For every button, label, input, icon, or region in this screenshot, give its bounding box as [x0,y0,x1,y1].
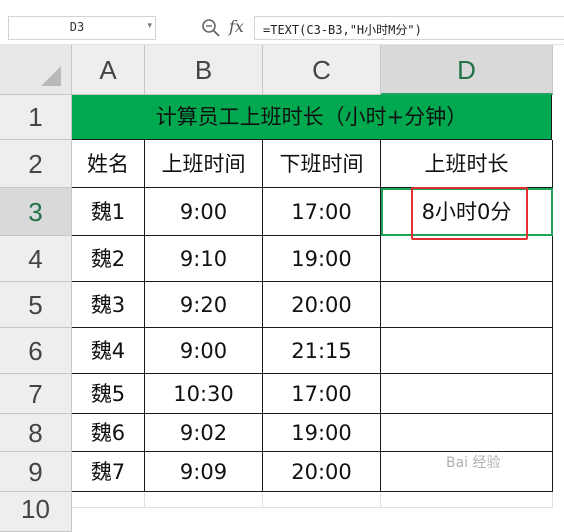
empty-cell[interactable] [145,492,263,508]
name-box[interactable]: D3 ▾ [8,16,156,40]
cell-reference: D3 [69,20,85,34]
header-name[interactable]: 姓名 [72,140,145,188]
row-header-7[interactable]: 7 [0,374,72,414]
row-header-6[interactable]: 6 [0,328,72,374]
column-header-d[interactable]: D [381,45,553,95]
cell-name[interactable]: 魏1 [72,188,145,236]
row-header-3[interactable]: 3 [0,188,72,236]
row-header-5[interactable]: 5 [0,282,72,328]
row-header-8[interactable]: 8 [0,414,72,452]
cell-end-time[interactable]: 20:00 [263,452,381,492]
cell-end-time[interactable]: 19:00 [263,414,381,452]
cell-name[interactable]: 魏5 [72,374,145,414]
cell-start-time[interactable]: 9:10 [145,236,263,282]
select-all-icon [41,66,61,86]
empty-cell[interactable] [263,492,381,508]
cell-duration[interactable] [381,282,553,328]
empty-cell[interactable] [72,492,145,508]
title-cell[interactable]: 计算员工上班时长（小时+分钟） [72,95,552,140]
cell-end-time[interactable]: 17:00 [263,188,381,236]
cell-name[interactable]: 魏3 [72,282,145,328]
cell-end-time[interactable]: 20:00 [263,282,381,328]
column-header-a[interactable]: A [72,45,145,95]
cell-duration[interactable] [381,328,553,374]
select-all-corner[interactable] [0,45,72,95]
cell-end-time[interactable]: 21:15 [263,328,381,374]
column-header-c[interactable]: C [263,45,381,95]
highlight-box [411,187,528,240]
header-duration[interactable]: 上班时长 [381,140,553,188]
zoom-icon[interactable] [200,17,222,39]
cell-start-time[interactable]: 9:00 [145,188,263,236]
cell-name[interactable]: 魏4 [72,328,145,374]
cell-start-time[interactable]: 9:20 [145,282,263,328]
cell-start-time[interactable]: 9:09 [145,452,263,492]
cell-end-time[interactable]: 17:00 [263,374,381,414]
cell-name[interactable]: 魏6 [72,414,145,452]
fx-icon[interactable]: fx [229,17,244,36]
row-header-2[interactable]: 2 [0,140,72,188]
cell-start-time[interactable]: 9:02 [145,414,263,452]
cell-start-time[interactable]: 9:00 [145,328,263,374]
row-header-9[interactable]: 9 [0,452,72,492]
cell-start-time[interactable]: 10:30 [145,374,263,414]
cell-end-time[interactable]: 19:00 [263,236,381,282]
cell-duration[interactable] [381,414,553,452]
formula-toolbar: D3 ▾ fx =TEXT(C3-B3,"H小时M分") [0,0,564,45]
formula-text: =TEXT(C3-B3,"H小时M分") [263,23,422,37]
baidu-watermark: Bai 经验 [446,455,501,471]
chevron-down-icon[interactable]: ▾ [147,21,152,31]
cell-name[interactable]: 魏7 [72,452,145,492]
cell-name[interactable]: 魏2 [72,236,145,282]
formula-bar[interactable]: =TEXT(C3-B3,"H小时M分") [254,16,564,40]
row-header-10[interactable]: 10 [0,492,72,532]
empty-cell[interactable] [381,492,553,508]
cell-duration[interactable] [381,236,553,282]
cell-duration[interactable] [381,374,553,414]
row-header-4[interactable]: 4 [0,236,72,282]
row-header-1[interactable]: 1 [0,95,72,140]
header-start-time[interactable]: 上班时间 [145,140,263,188]
header-end-time[interactable]: 下班时间 [263,140,381,188]
column-header-b[interactable]: B [145,45,263,95]
